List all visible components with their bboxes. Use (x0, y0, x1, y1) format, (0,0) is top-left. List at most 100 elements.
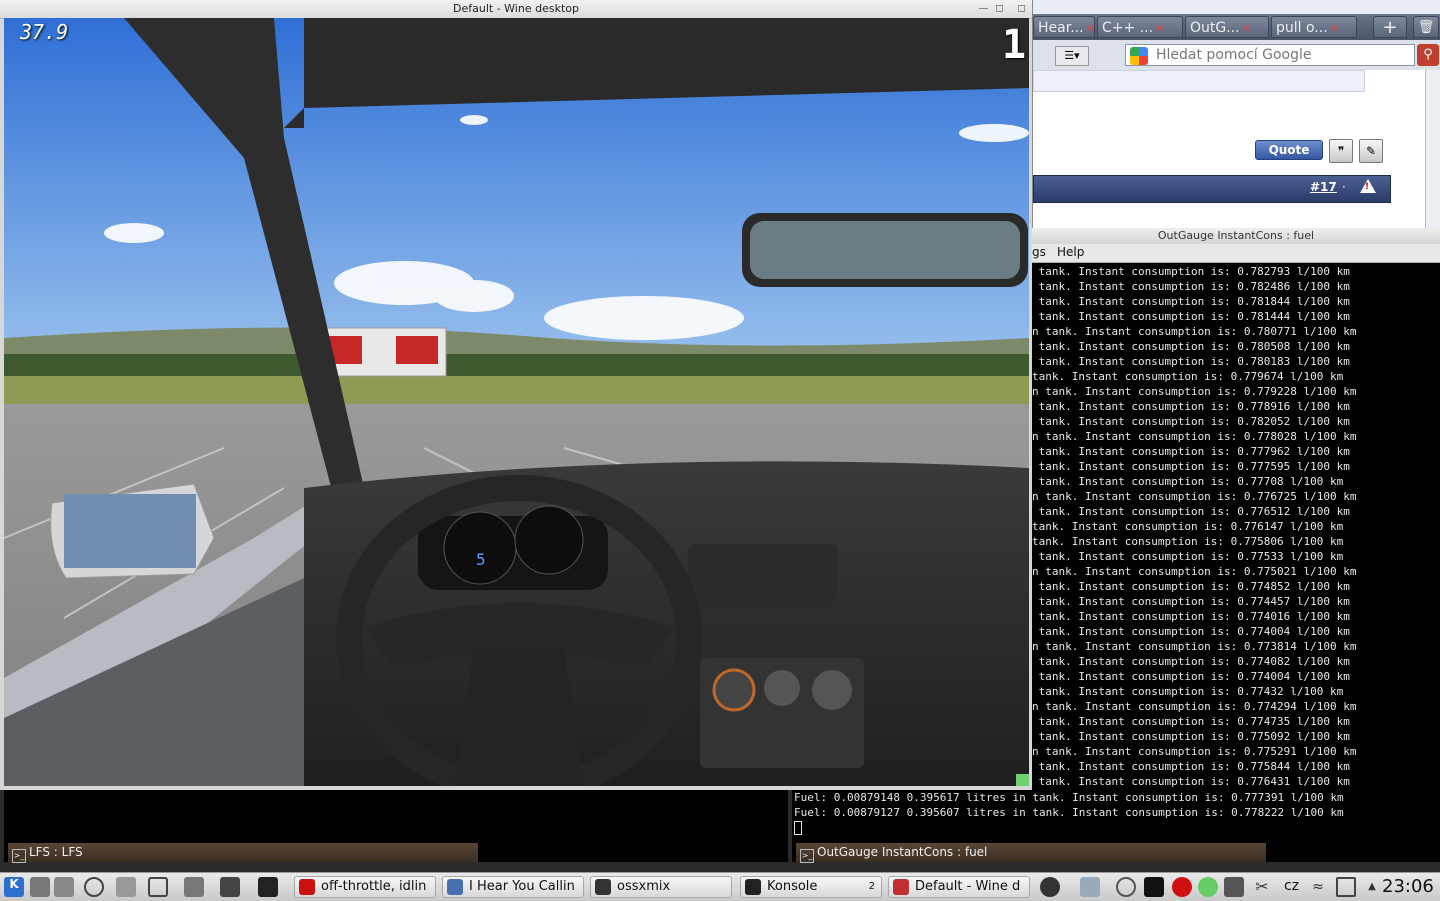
konsole-line: tank. Instant consumption is: 0.777595 l… (1032, 460, 1350, 473)
task-button[interactable]: Default - Wine d (888, 876, 1030, 898)
document-icon (447, 879, 463, 895)
minimize-icon[interactable]: — (978, 3, 989, 14)
tab-close-icon[interactable]: ✕ (1155, 22, 1164, 35)
menu-help[interactable]: Help (1057, 245, 1084, 259)
new-tab-button[interactable]: + (1373, 16, 1407, 38)
browser-tab[interactable]: pull o... ✕ (1271, 16, 1357, 38)
mail-icon[interactable] (148, 877, 168, 897)
search-input[interactable]: Hledat pomocí Google (1125, 44, 1415, 66)
tray-app-icon[interactable] (1040, 877, 1060, 897)
wine-titlebar[interactable]: Default - Wine desktop — ◻ ◻ (0, 0, 1032, 19)
desktop-pager-icon[interactable] (30, 877, 50, 897)
task-button[interactable]: I Hear You Callin (442, 876, 584, 898)
rev-gauge (443, 511, 517, 585)
konsole-line: n tank. Instant consumption is: 0.776725… (1032, 490, 1357, 503)
konsole-output[interactable]: tank. Instant consumption is: 0.782793 l… (1032, 264, 1440, 790)
browser-window[interactable]: Hear... ✕ C++ ... ✕ OutG... ✕ pull o... ✕ + … (1032, 0, 1440, 228)
corner-marker (1016, 774, 1029, 786)
calculator-icon[interactable] (220, 877, 240, 897)
browser-tab[interactable]: C++ ... ✕ (1097, 16, 1183, 38)
konsole-line: tank. Instant consumption is: 0.781844 l… (1032, 295, 1350, 308)
konsole-window[interactable]: OutGauge InstantCons : fuel gs Help tank… (1032, 228, 1440, 790)
post-content-box (1033, 70, 1365, 92)
browser-tab[interactable]: OutG... ✕ (1185, 16, 1269, 38)
network-tool-icon[interactable] (116, 877, 136, 897)
fps-counter: 37.9 (20, 20, 69, 44)
tray-status-icon[interactable] (1198, 877, 1218, 897)
info-icon[interactable] (1116, 877, 1136, 897)
page-scrollbar[interactable] (1425, 70, 1440, 228)
close-icon[interactable]: ◻ (1016, 3, 1027, 14)
cockpit-scene (4, 18, 1029, 786)
opera-icon (299, 879, 315, 895)
terminal-tab-label: LFS : LFS (29, 845, 83, 859)
kde-menu-icon[interactable]: K (4, 877, 24, 897)
konsole-title[interactable]: OutGauge InstantCons : fuel (1032, 228, 1440, 244)
system-monitor-icon[interactable] (184, 877, 204, 897)
edit-post-icon[interactable]: ✎ (1359, 139, 1383, 163)
fuel-terminal-tab[interactable]: >_ OutGauge InstantCons : fuel (796, 843, 1266, 863)
scissors-icon[interactable]: ✂ (1252, 877, 1272, 897)
menu-settings[interactable]: gs (1032, 245, 1046, 259)
fan-knob (764, 670, 800, 706)
settings-icon[interactable] (84, 877, 104, 897)
tray-tool-icon[interactable] (1224, 877, 1244, 897)
browser-tab[interactable]: Hear... ✕ (1033, 16, 1095, 38)
konsole-line: tank. Instant consumption is: 0.782052 l… (1032, 415, 1350, 428)
rearview-mirror-glass (750, 221, 1020, 279)
tab-close-icon[interactable]: ✕ (1242, 22, 1251, 35)
konsole-line: tank. Instant consumption is: 0.776147 l… (1032, 520, 1344, 533)
search-icon[interactable]: ⚲ (1417, 44, 1439, 66)
task-label: off-throttle, idlin (321, 879, 427, 894)
konsole-line: tank. Instant consumption is: 0.777962 l… (1032, 445, 1350, 458)
pager-icon[interactable] (54, 877, 74, 897)
grass (4, 376, 1029, 406)
konsole-line: n tank. Instant consumption is: 0.780771… (1032, 325, 1357, 338)
wine-desktop-window[interactable]: Default - Wine desktop — ◻ ◻ 37.9 1 5 (0, 0, 1032, 790)
wifi-icon[interactable]: ≈ (1308, 877, 1328, 897)
task-label: ossxmix (617, 879, 671, 894)
clock[interactable]: 23:06 (1382, 876, 1434, 897)
konsole-line: tank. Instant consumption is: 0.774016 l… (1032, 610, 1350, 623)
post-number-link[interactable]: #17 (1310, 180, 1337, 194)
air-vents (688, 544, 838, 614)
terminal-line: Fuel: 0.00879148 0.395617 litres in tank… (794, 791, 1344, 804)
maximize-icon[interactable]: ◻ (994, 3, 1005, 14)
konsole-icon (745, 879, 761, 895)
tab-close-icon[interactable]: ✕ (1086, 22, 1094, 35)
billboard-logo-right (396, 336, 438, 364)
taskbar: K off-throttle, idlin I Hear You Callin … (0, 872, 1440, 901)
tab-label: Hear... (1038, 20, 1084, 36)
konsole-line: tank. Instant consumption is: 0.782486 l… (1032, 280, 1350, 293)
game-viewport[interactable]: 37.9 1 5 (4, 18, 1029, 786)
task-button[interactable]: ossxmix (590, 876, 732, 898)
battery-icon[interactable] (1336, 877, 1356, 897)
tab-close-icon[interactable]: ✕ (1330, 22, 1339, 35)
lfs-terminal-tab[interactable]: >_ LFS : LFS (8, 843, 478, 863)
multiquote-icon[interactable]: ❞ (1329, 139, 1353, 163)
konsole-line: tank. Instant consumption is: 0.77708 l/… (1032, 475, 1344, 488)
quote-button[interactable]: Quote (1255, 140, 1323, 160)
task-button[interactable]: Konsole 2 (740, 876, 882, 898)
konsole-line: tank. Instant consumption is: 0.780508 l… (1032, 340, 1350, 353)
keyboard-layout[interactable]: cz (1284, 878, 1299, 894)
mixer-icon (595, 879, 611, 895)
clipboard-icon[interactable] (1080, 877, 1100, 897)
konsole-line: tank. Instant consumption is: 0.775844 l… (1032, 760, 1350, 773)
konsole-line: n tank. Instant consumption is: 0.778028… (1032, 430, 1357, 443)
trash-icon[interactable]: 🗑 (1413, 16, 1439, 38)
feed-icon[interactable]: ☰▾ (1055, 46, 1089, 66)
tray-expand-icon[interactable]: ▲ (1362, 877, 1382, 897)
konsole-line: n tank. Instant consumption is: 0.774294… (1032, 700, 1357, 713)
terminal-cursor (794, 821, 802, 835)
tray-opera-icon[interactable] (1172, 877, 1192, 897)
gimp-icon[interactable] (258, 877, 278, 897)
konsole-line: n tank. Instant consumption is: 0.775021… (1032, 565, 1357, 578)
tray-terminal-icon[interactable] (1144, 877, 1164, 897)
google-icon[interactable] (1130, 47, 1148, 65)
mode-knob (812, 670, 852, 710)
browser-tab-bar[interactable]: Hear... ✕ C++ ... ✕ OutG... ✕ pull o... ✕ + … (1033, 14, 1440, 40)
dash-gear-display: 5 (476, 550, 486, 569)
task-button[interactable]: off-throttle, idlin (294, 876, 436, 898)
tab-label: pull o... (1276, 20, 1328, 36)
